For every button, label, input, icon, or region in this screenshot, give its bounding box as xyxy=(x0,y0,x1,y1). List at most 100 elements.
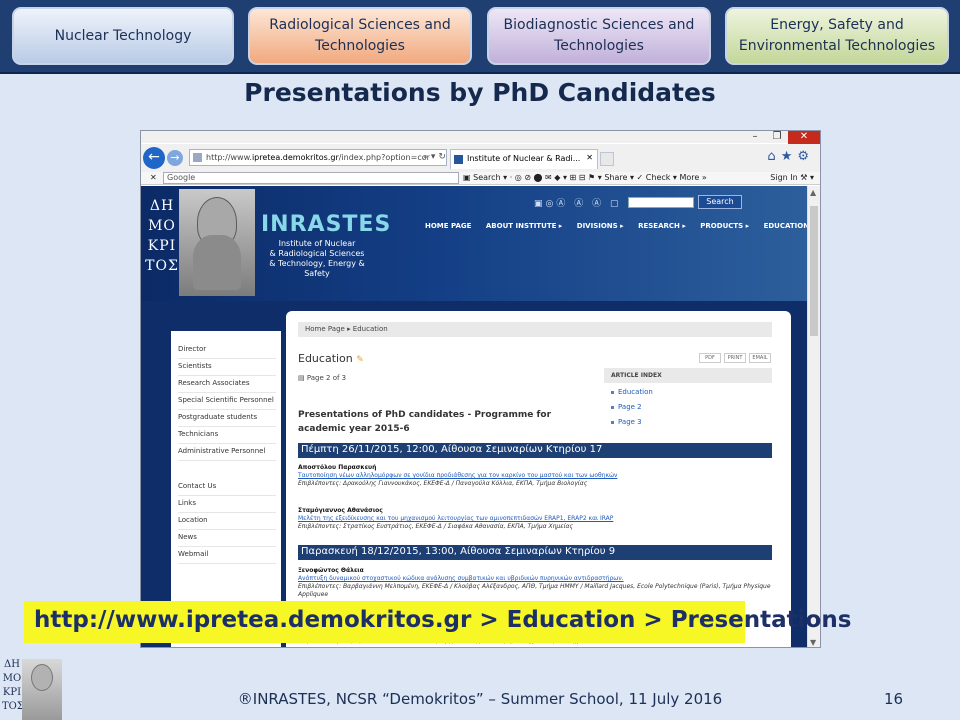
article-index-link[interactable]: Page 3 xyxy=(604,413,772,428)
google-search-box[interactable]: Google xyxy=(163,172,459,184)
candidate-name: Σταμόγιαννος Αθανάσιος xyxy=(298,507,383,514)
menu-home[interactable]: HOME PAGE xyxy=(425,222,471,230)
article-index-link[interactable]: Page 2 xyxy=(604,398,772,413)
toolbar-more-button[interactable]: More » xyxy=(680,173,707,182)
sidebar-item-technicians[interactable]: Technicians xyxy=(178,427,276,444)
article-index-heading: ARTICLE INDEX xyxy=(604,368,772,383)
page-title-text: Education xyxy=(298,352,353,365)
print-button[interactable]: PRINT xyxy=(724,353,746,363)
breadcrumb[interactable]: Home Page ▸ Education xyxy=(298,322,772,337)
subtitle-line-2: & Radiological Sciences xyxy=(269,249,365,258)
logo-line-1: ΔΗ xyxy=(149,198,175,214)
browser-window: – ❐ ✕ ← → http://www.ipretea.demokritos.… xyxy=(140,130,821,648)
search-icon[interactable]: ⌕ xyxy=(423,152,428,162)
logo-line-2: ΜΟ xyxy=(148,218,176,234)
sidebar-item-location[interactable]: Location xyxy=(178,513,276,530)
bullet-icon xyxy=(611,405,614,409)
presentation-entry: Αποστόλου Παρασκευή Ταυτοποίηση νέων αλλ… xyxy=(298,464,772,488)
back-button[interactable]: ← xyxy=(143,147,165,169)
demokritos-logo[interactable]: ΔΗ ΜΟ ΚΡΙ ΤΟΣ xyxy=(144,196,180,276)
close-tab-icon[interactable]: ✕ xyxy=(586,153,593,162)
minimize-button[interactable]: – xyxy=(745,131,765,144)
supervisors: Επιβλέποντες: Δρακούλης Γιαννουκάκος, ΕΚ… xyxy=(298,480,588,487)
scrollbar-thumb[interactable] xyxy=(810,206,818,336)
toolbar-search-button[interactable]: ▣ Search ▾ xyxy=(463,173,507,182)
address-prefix: http://www. xyxy=(206,153,252,162)
session-date-bar: Πέμπτη 26/11/2015, 12:00, Αίθουσα Σεμινα… xyxy=(298,443,772,458)
sidebar-item-webmail[interactable]: Webmail xyxy=(178,547,276,564)
address-bar[interactable]: http://www.ipretea.demokritos.gr/index.p… xyxy=(189,149,447,166)
sidebar-item-links[interactable]: Links xyxy=(178,496,276,513)
tab-nuclear-technology[interactable]: Nuclear Technology xyxy=(12,7,234,65)
url-highlight-caption: http://www.ipretea.demokritos.gr > Educa… xyxy=(24,601,851,643)
presentation-link[interactable]: Μελέτη της εξειδίκευσης και του μηχανισμ… xyxy=(298,515,772,523)
dropdown-icon[interactable]: ▾ xyxy=(431,152,436,162)
institute-subtitle: Institute of Nuclear & Radiological Scie… xyxy=(257,239,377,279)
tab-radiological-sciences[interactable]: Radiological Sciences and Technologies xyxy=(248,7,472,65)
article-index-link-label: Page 3 xyxy=(618,418,642,426)
home-icon[interactable]: ⌂ xyxy=(767,149,780,164)
site-main-menu: HOME PAGE ABOUT INSTITUTE ▸ DIVISIONS ▸ … xyxy=(425,222,809,230)
menu-research[interactable]: RESEARCH ▸ xyxy=(638,222,686,230)
sidebar-item-scientists[interactable]: Scientists xyxy=(178,359,276,376)
menu-products[interactable]: PRODUCTS ▸ xyxy=(700,222,749,230)
edit-pencil-icon[interactable]: ✎ xyxy=(356,355,364,365)
toolbar-check-button[interactable]: ✓ Check ▾ xyxy=(637,173,680,182)
sidebar-item-research-associates[interactable]: Research Associates xyxy=(178,376,276,393)
bullet-icon xyxy=(611,420,614,424)
slide-title: Presentations by PhD Candidates xyxy=(244,78,716,107)
scroll-down-icon[interactable]: ▼ xyxy=(810,638,816,647)
browser-navigation-row: ← → http://www.ipretea.demokritos.gr/ind… xyxy=(141,144,820,172)
window-titlebar: – ❐ ✕ xyxy=(141,131,820,144)
check-label: Check xyxy=(645,173,671,182)
pages-icon: ▤ xyxy=(298,374,305,382)
browser-tab-active[interactable]: Institute of Nuclear & Radi... ✕ xyxy=(450,149,598,169)
browser-toolbar-icons: ⌂★⚙ xyxy=(767,149,814,164)
site-header: ΔΗ ΜΟ ΚΡΙ ΤΟΣ INRASTES Institute of Nucl… xyxy=(141,186,809,301)
presentation-link[interactable]: Ταυτοποίηση νέων αλληλομόρφων σε γονίδια… xyxy=(298,472,772,480)
close-toolbar-icon[interactable]: ✕ xyxy=(150,173,157,182)
sidebar-item-administrative[interactable]: Administrative Personnel xyxy=(178,444,276,461)
presentations-heading: Presentations of PhD candidates - Progra… xyxy=(298,410,552,434)
menu-divisions[interactable]: DIVISIONS ▸ xyxy=(577,222,624,230)
toolbar-share-button[interactable]: Share ▾ xyxy=(604,173,634,182)
candidate-name: Αποστόλου Παρασκευή xyxy=(298,464,377,471)
article-index-link[interactable]: Education xyxy=(604,383,772,398)
tab-biodiagnostic-sciences[interactable]: Biodiagnostic Sciences and Technologies xyxy=(487,7,711,65)
tab-energy-safety-environment[interactable]: Energy, Safety and Environmental Technol… xyxy=(725,7,949,65)
refresh-icon[interactable]: ↻ xyxy=(438,152,446,162)
maximize-button[interactable]: ❐ xyxy=(767,131,787,144)
footer-statue-head xyxy=(31,664,53,691)
pdf-button[interactable]: PDF xyxy=(699,353,721,363)
address-suffix: /index.php?option=cor xyxy=(338,153,430,162)
site-search-button[interactable]: Search xyxy=(698,195,742,209)
institute-name: INRASTES xyxy=(261,212,392,237)
new-tab-button[interactable] xyxy=(600,152,614,166)
scroll-up-icon[interactable]: ▲ xyxy=(810,188,816,197)
close-window-button[interactable]: ✕ xyxy=(788,131,820,144)
menu-education[interactable]: EDUCATION xyxy=(764,222,809,230)
presentation-link[interactable]: Ανάπτυξη δυναμικού στοχαστικού κώδικα αν… xyxy=(298,575,772,583)
toolbar-icons: · ◎ ⊘ ⬤ ✉ ◆ ▾ ⊞ ⊟ ⚑ ▾ xyxy=(509,173,605,182)
address-bar-controls[interactable]: ⌕ ▾ ↻ xyxy=(423,152,446,162)
sidebar-item-contact[interactable]: Contact Us xyxy=(178,479,276,496)
menu-about[interactable]: ABOUT INSTITUTE ▸ xyxy=(486,222,562,230)
sidebar-item-postgraduate[interactable]: Postgraduate students xyxy=(178,410,276,427)
sidebar-item-director[interactable]: Director xyxy=(178,342,276,359)
forward-button[interactable]: → xyxy=(167,150,183,166)
session-date-bar: Παρασκευή 18/12/2015, 13:00, Αίθουσα Σεμ… xyxy=(298,545,772,560)
settings-gear-icon[interactable]: ⚙ xyxy=(797,149,814,164)
web-page-viewport: ΔΗ ΜΟ ΚΡΙ ΤΟΣ INRASTES Institute of Nucl… xyxy=(141,186,809,647)
address-domain: ipretea.demokritos.gr xyxy=(251,153,339,162)
logo-line-4: ΤΟΣ xyxy=(145,258,179,274)
share-label: Share xyxy=(604,173,628,182)
page-scrollbar[interactable]: ▲ ▼ xyxy=(807,186,820,647)
favorites-star-icon[interactable]: ★ xyxy=(781,149,798,164)
sidebar-item-news[interactable]: News xyxy=(178,530,276,547)
sign-in-button[interactable]: Sign In ⚒ ▾ xyxy=(770,173,814,182)
site-search-input[interactable] xyxy=(628,197,694,208)
sidebar-item-special-personnel[interactable]: Special Scientific Personnel xyxy=(178,393,276,410)
browser-tab-title: Institute of Nuclear & Radi... xyxy=(467,154,581,163)
bullet-icon xyxy=(611,390,614,394)
email-button[interactable]: EMAIL xyxy=(749,353,771,363)
